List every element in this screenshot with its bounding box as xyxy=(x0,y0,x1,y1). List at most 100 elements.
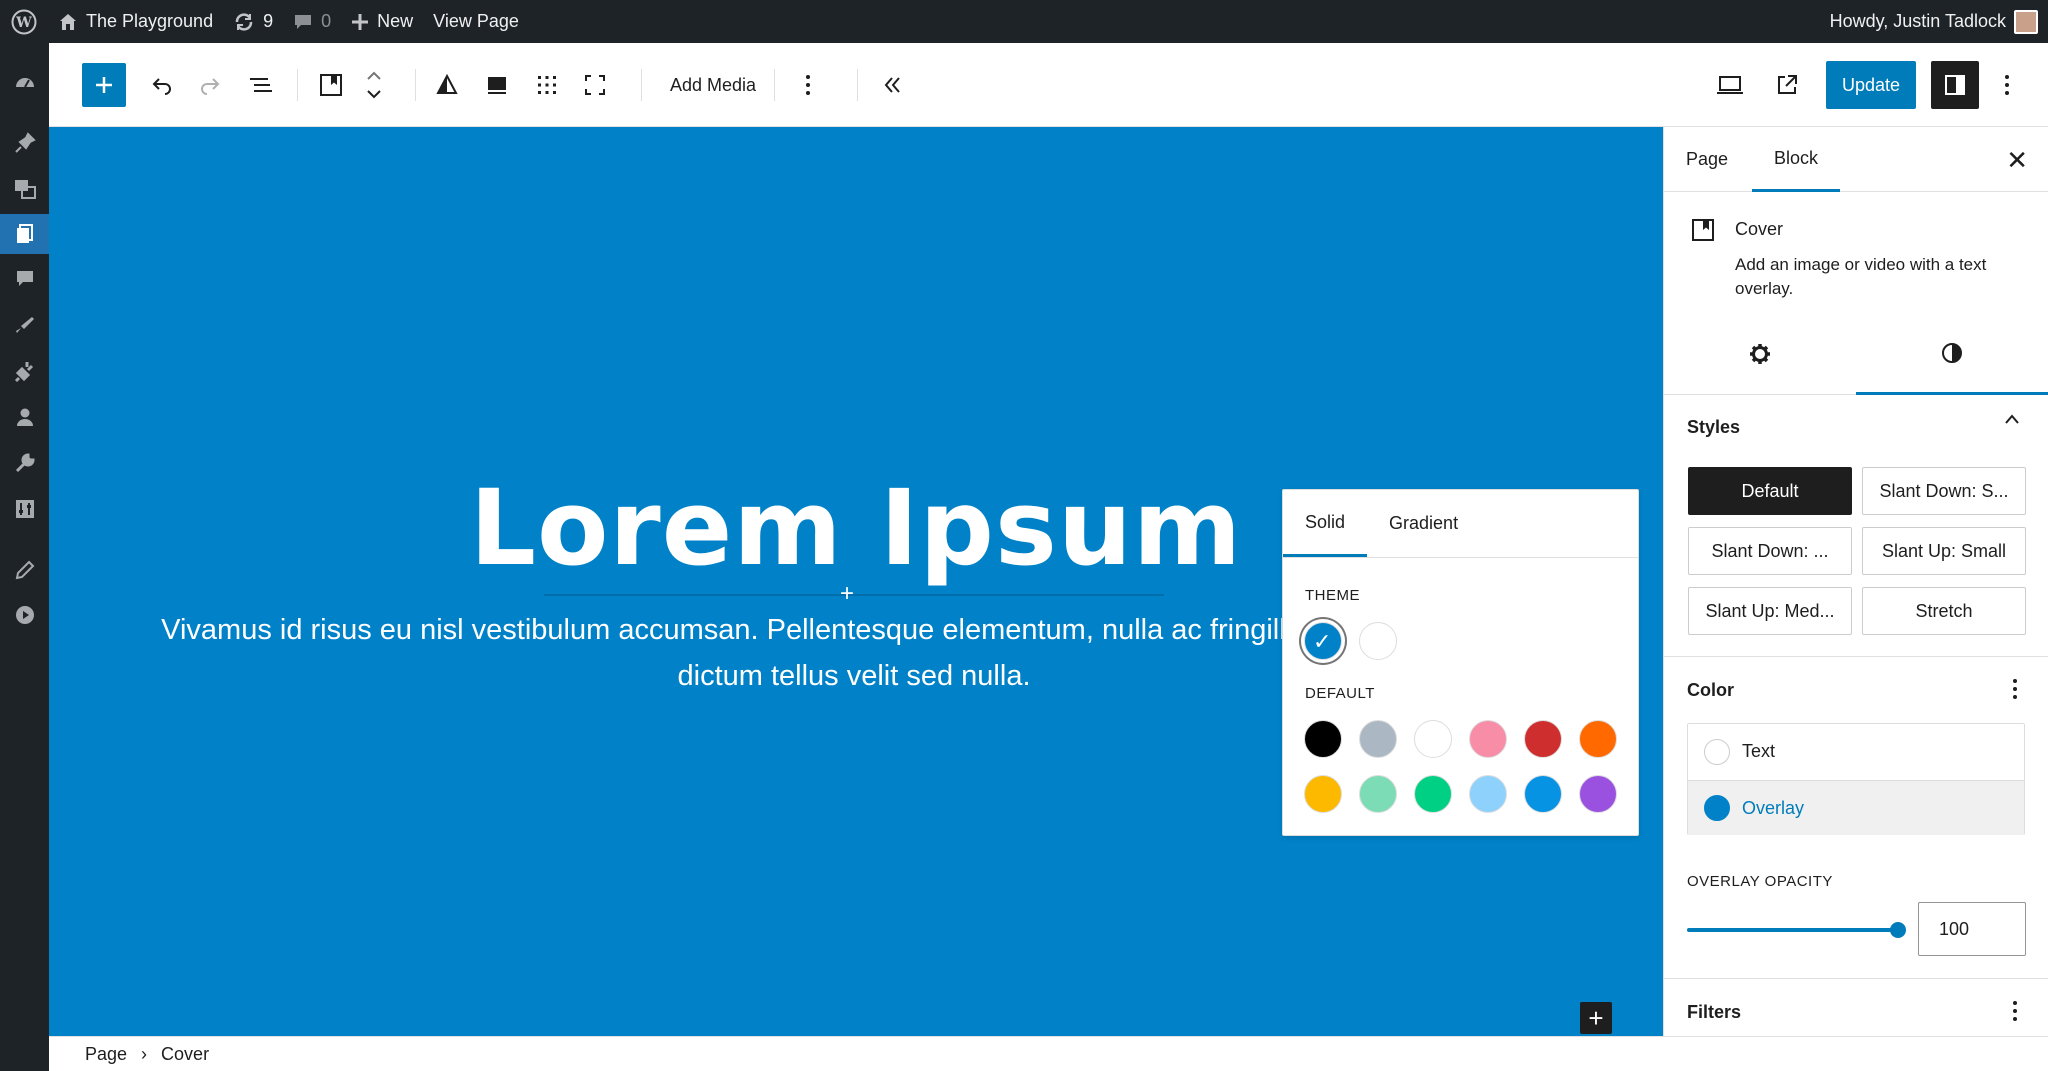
style-slant-down-small-button[interactable]: Slant Down: S... xyxy=(1862,467,2026,515)
comments-count: 0 xyxy=(321,11,332,31)
avatar xyxy=(2014,9,2038,34)
overlay-opacity-input[interactable]: 100 xyxy=(1918,902,2026,956)
default-swatch-pale-pink[interactable] xyxy=(1469,720,1507,758)
view-page-button[interactable] xyxy=(1767,64,1807,106)
breadcrumb-page[interactable]: Page xyxy=(85,1044,127,1065)
chevron-down-icon[interactable] xyxy=(366,89,382,99)
color-heading: Color xyxy=(1687,680,1734,700)
tab-styles[interactable] xyxy=(1856,313,2048,395)
full-height-button[interactable] xyxy=(577,64,613,106)
play-icon[interactable] xyxy=(0,595,49,635)
default-swatch-vivid-red[interactable] xyxy=(1524,720,1562,758)
cover-block-icon xyxy=(1690,217,1716,243)
tab-block[interactable]: Block xyxy=(1752,127,1841,192)
block-type-button[interactable] xyxy=(311,64,351,106)
appearance-brush-icon[interactable] xyxy=(0,305,49,345)
editor-options-button[interactable] xyxy=(1995,64,2019,106)
color-options-icon[interactable] xyxy=(2012,678,2018,700)
default-swatch-pale-cyan-blue[interactable] xyxy=(1469,775,1507,813)
howdy-text: Howdy, Justin Tadlock xyxy=(1829,11,2006,31)
posts-pin-icon[interactable] xyxy=(0,123,49,163)
document-overview-button[interactable] xyxy=(242,64,280,106)
overlay-opacity-slider-track[interactable] xyxy=(1687,928,1897,932)
breadcrumb: Page › Cover xyxy=(49,1036,2048,1071)
position-icon xyxy=(488,77,506,94)
undo-button[interactable] xyxy=(144,64,180,106)
block-inserter-button[interactable] xyxy=(82,63,126,107)
updates-link[interactable]: 9 xyxy=(223,0,283,43)
block-name: Cover xyxy=(1735,219,1784,239)
breadcrumb-cover[interactable]: Cover xyxy=(161,1044,209,1065)
block-description: Add an image or video with a text overla… xyxy=(1735,255,1987,298)
comments-link[interactable]: 0 xyxy=(283,0,341,43)
tab-settings[interactable] xyxy=(1664,313,1856,395)
plugins-icon[interactable] xyxy=(0,351,49,391)
default-swatch-vivid-purple[interactable] xyxy=(1579,775,1617,813)
overlay-color-item[interactable]: Overlay xyxy=(1688,780,2024,835)
refresh-icon xyxy=(235,12,253,31)
settings-sidebar-toggle[interactable] xyxy=(1931,61,1979,109)
style-default-button[interactable]: Default xyxy=(1688,467,1852,515)
default-swatch-vivid-orange[interactable] xyxy=(1579,720,1617,758)
account-menu[interactable]: Howdy, Justin Tadlock xyxy=(1820,0,2048,43)
style-stretch-button[interactable]: Stretch xyxy=(1862,587,2026,635)
default-swatch-black[interactable] xyxy=(1304,720,1342,758)
settings-sliders-icon[interactable] xyxy=(0,489,49,529)
close-icon[interactable]: ✕ xyxy=(2006,145,2028,176)
style-slant-up-medium-button[interactable]: Slant Up: Med... xyxy=(1688,587,1852,635)
tools-wrench-icon[interactable] xyxy=(0,443,49,483)
breadcrumb-separator: › xyxy=(141,1043,148,1064)
view-page-label: View Page xyxy=(433,11,519,31)
updates-count: 9 xyxy=(263,11,274,31)
text-color-indicator xyxy=(1704,738,1730,765)
style-slant-down-button[interactable]: Slant Down: ... xyxy=(1688,527,1852,575)
redo-button[interactable] xyxy=(192,64,228,106)
overlay-opacity-slider-thumb[interactable] xyxy=(1890,922,1906,938)
dashboard-icon[interactable] xyxy=(0,63,49,103)
new-content-link[interactable]: New xyxy=(341,0,423,43)
styles-heading: Styles xyxy=(1687,417,1741,437)
duotone-button[interactable] xyxy=(429,64,465,106)
comments-icon[interactable] xyxy=(0,259,49,299)
block-appender-plus-icon[interactable]: + xyxy=(1580,1002,1612,1034)
toolbar-separator xyxy=(857,69,858,101)
move-block-buttons[interactable] xyxy=(359,64,389,106)
view-page-link[interactable]: View Page xyxy=(423,0,529,43)
style-slant-up-small-button[interactable]: Slant Up: Small xyxy=(1862,527,2026,575)
plus-icon xyxy=(352,13,369,30)
default-swatch-white[interactable] xyxy=(1414,720,1452,758)
content-position-button[interactable] xyxy=(479,64,515,106)
preview-button[interactable] xyxy=(1710,64,1750,106)
redo-icon xyxy=(201,78,220,95)
site-name-link[interactable]: The Playground xyxy=(48,0,223,43)
toolbar-separator xyxy=(641,69,642,101)
default-swatch-amber[interactable] xyxy=(1304,775,1342,813)
tab-gradient[interactable]: Gradient xyxy=(1367,490,1480,557)
wordpress-logo-icon[interactable]: W xyxy=(0,0,48,43)
block-options-button[interactable] xyxy=(793,64,823,106)
pencil-icon[interactable] xyxy=(0,550,49,590)
collapse-toolbar-button[interactable] xyxy=(875,64,911,106)
theme-swatch-primary[interactable]: ✓ xyxy=(1304,622,1342,660)
default-swatch-light-green-cyan[interactable] xyxy=(1359,775,1397,813)
users-icon[interactable] xyxy=(0,397,49,437)
default-swatch-vivid-green-cyan[interactable] xyxy=(1414,775,1452,813)
theme-swatch-white[interactable] xyxy=(1359,622,1397,660)
default-swatch-vivid-cyan-blue[interactable] xyxy=(1524,775,1562,813)
chevron-up-icon[interactable] xyxy=(366,71,382,81)
gear-icon xyxy=(1750,344,1770,364)
editor-toolbar: Add Media Update xyxy=(49,43,2048,127)
tab-page[interactable]: Page xyxy=(1664,127,1750,192)
chevron-up-icon[interactable] xyxy=(2004,413,2020,425)
text-color-item[interactable]: Text xyxy=(1688,724,2024,779)
external-link-icon xyxy=(1778,75,1797,94)
filters-options-icon[interactable] xyxy=(2012,1000,2018,1022)
inline-inserter-plus-icon[interactable]: + xyxy=(840,580,854,608)
pages-icon[interactable] xyxy=(0,214,49,254)
tab-solid[interactable]: Solid xyxy=(1283,490,1368,557)
default-swatch-cyan-bluish-gray[interactable] xyxy=(1359,720,1397,758)
change-alignment-button[interactable] xyxy=(529,64,565,106)
update-button[interactable]: Update xyxy=(1826,61,1917,109)
media-icon[interactable] xyxy=(0,169,49,209)
add-media-button[interactable]: Add Media xyxy=(658,64,768,106)
